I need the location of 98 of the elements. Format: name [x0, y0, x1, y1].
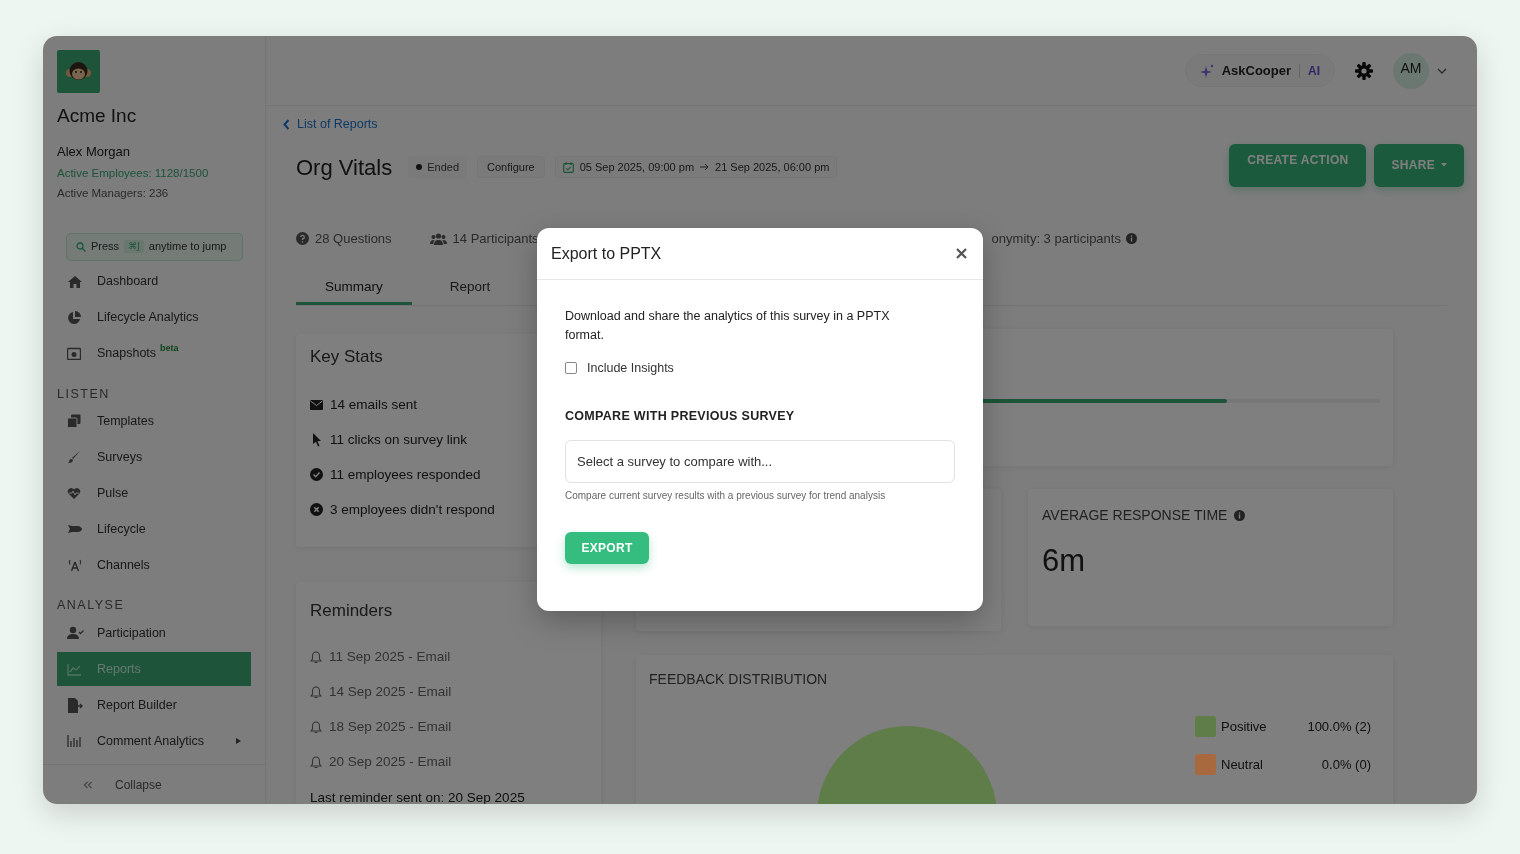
key-stat-text: 11 clicks on survey link [330, 430, 468, 449]
file-export-icon [67, 697, 83, 713]
settings-icon[interactable] [1355, 61, 1373, 80]
heart-icon [67, 486, 81, 500]
legend-label: Neutral [1221, 755, 1263, 774]
dialog-title: Export to PPTX [551, 243, 662, 264]
reminder-text: 18 Sep 2025 - Email [329, 718, 452, 737]
sidebar-item[interactable]: Templates [57, 404, 251, 439]
ai-tag: AI [1308, 61, 1320, 80]
active-employees: Active Employees: 1128/1500 [57, 166, 210, 181]
bar-chart-icon [67, 735, 82, 747]
jump-hint-suffix: anytime to jump [148, 239, 227, 255]
compare-heading: COMPARE WITH PREVIOUS SURVEY [565, 407, 796, 425]
sidebar-item[interactable]: Pulse [57, 476, 251, 511]
bell-icon [310, 720, 322, 734]
calendar-icon [562, 161, 574, 173]
configure-button[interactable]: Configure [477, 156, 545, 179]
antenna-icon [67, 558, 83, 573]
chevron-down-icon[interactable] [1437, 67, 1447, 74]
close-icon[interactable] [956, 248, 967, 259]
user-avatar[interactable]: AM [1393, 52, 1429, 89]
info-icon [1125, 233, 1137, 245]
tab[interactable]: Summary [296, 272, 412, 305]
card-title: Key Stats [310, 345, 383, 368]
jump-hint-prefix: Press [91, 239, 120, 255]
sidebar-item[interactable]: Lifecycle Analytics [57, 300, 251, 335]
reminder-text: 14 Sep 2025 - Email [329, 683, 452, 702]
stat-text: 14 Participants [452, 230, 539, 248]
jump-search-bar[interactable]: Press ⌘J anytime to jump [66, 232, 243, 261]
key-stat-text: 3 employees didn't respond [330, 500, 495, 519]
reminder-text: 11 Sep 2025 - Email [329, 648, 451, 667]
sidebar-item[interactable]: Surveys [57, 440, 251, 475]
compare-survey-select[interactable]: Select a survey to compare with... [565, 439, 955, 483]
search-icon [76, 241, 86, 252]
user-name: Alex Morgan [57, 142, 131, 161]
pie-chart-icon [67, 310, 81, 325]
sidebar-item[interactable]: Lifecycle [57, 512, 251, 547]
monkey-logo [57, 50, 100, 93]
reminder-text: 20 Sep 2025 - Email [329, 753, 452, 772]
user-check-icon [67, 626, 84, 640]
sidebar-item[interactable]: Channels [57, 548, 251, 583]
section-heading: ANALYSE [57, 597, 125, 615]
anonymity-note: onymity: 3 participants [991, 230, 1121, 248]
start-date: 05 Sep 2025, 09:00 pm [579, 160, 695, 175]
include-insights-checkbox[interactable] [565, 362, 577, 375]
pointer-icon [310, 432, 323, 447]
average-time-value: 6m [1042, 541, 1087, 580]
rocket-icon [67, 523, 83, 536]
card-title: Reminders [310, 600, 393, 623]
end-date: 21 Sep 2025, 06:00 pm [715, 160, 830, 175]
sparkle-icon [1199, 63, 1214, 78]
camera-icon [67, 347, 81, 360]
people-icon [429, 232, 447, 245]
assistant-name: AskCooper [1221, 61, 1291, 80]
company-name: Acme Inc [57, 104, 138, 128]
key-stat-text: 11 employees responded [330, 465, 481, 484]
bell-icon [310, 650, 322, 664]
checkbox-label: Include Insights [587, 360, 674, 377]
brush-icon [67, 450, 81, 465]
tab[interactable]: Report [412, 272, 528, 305]
sidebar-item[interactable]: Participation [57, 616, 251, 650]
sidebar-item[interactable]: Comment Analytics [57, 724, 251, 758]
shortcut-key: ⌘J [124, 239, 144, 254]
sidebar-item[interactable]: Snapshots beta [57, 336, 251, 371]
caret-icon [1441, 163, 1447, 168]
help-text: Compare current survey results with a previous survey for trend analysis [565, 488, 887, 503]
card-title: FEEDBACK DISTRIBUTION [649, 669, 829, 689]
beta-label: beta [160, 341, 179, 355]
askcooper-button[interactable]: AskCooper AI [1184, 54, 1335, 87]
active-managers: Active Managers: 236 [57, 186, 170, 202]
x-circle-icon [310, 503, 323, 517]
back-link[interactable]: List of Reports [283, 115, 378, 134]
legend-label: Positive [1221, 717, 1267, 736]
copy-icon [67, 414, 81, 429]
line-chart-icon [67, 662, 82, 676]
card-title: AVERAGE RESPONSE TIME [1042, 505, 1228, 525]
bell-icon [310, 685, 322, 699]
collapse-button[interactable]: Collapse [43, 764, 265, 804]
key-stat-text: 14 emails sent [330, 395, 418, 414]
sidebar-item[interactable]: Report Builder [57, 688, 251, 722]
chevron-left-icon [283, 118, 290, 130]
last-reminder: Last reminder sent on: 20 Sep 2025 [310, 788, 526, 804]
envelope-icon [310, 399, 323, 410]
question-icon [296, 232, 309, 246]
export-button[interactable]: EXPORT [565, 531, 649, 564]
bell-icon [310, 755, 322, 769]
check-circle-icon [310, 468, 323, 482]
double-chevron-icon [83, 780, 93, 789]
legend-value: 0.0% (0) [1321, 755, 1371, 774]
info-icon [1234, 509, 1246, 521]
section-heading: LISTEN [57, 385, 110, 403]
home-icon [67, 274, 83, 289]
page-title: Org Vitals [296, 153, 393, 182]
stat-text: 28 Questions [315, 230, 392, 248]
dialog-description: Download and share the analytics of this survey in a PPTX format. [565, 308, 891, 344]
arrow-right-icon [700, 163, 710, 172]
sidebar-item[interactable]: Dashboard [57, 264, 251, 299]
legend-value: 100.0% (2) [1307, 717, 1371, 736]
